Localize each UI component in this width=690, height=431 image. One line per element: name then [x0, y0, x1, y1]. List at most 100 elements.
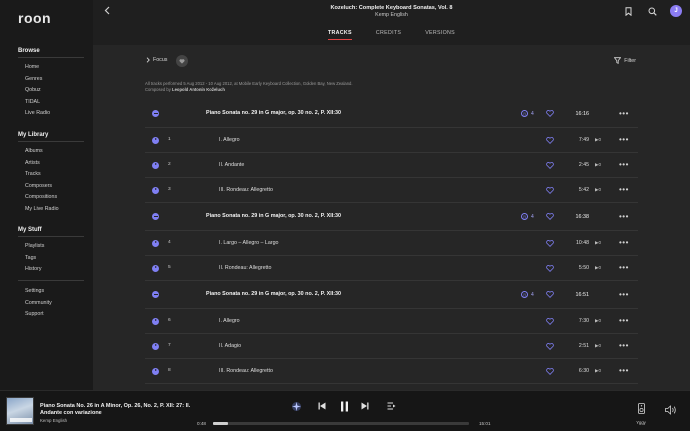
sidebar-item-compositions[interactable]: Compositions: [18, 192, 84, 204]
track-row[interactable]: 4 I. Largo – Allegro – Largo 10:48 ▶0 ••…: [145, 231, 638, 256]
more-options-button[interactable]: •••: [619, 342, 629, 350]
heart-icon[interactable]: [546, 291, 554, 298]
filter-button[interactable]: Filter: [614, 57, 636, 64]
play-work-button[interactable]: [152, 291, 159, 298]
more-options-button[interactable]: •••: [619, 186, 629, 194]
track-row[interactable]: 1 I. Allegro 7:49 ▶0 •••: [145, 128, 638, 153]
pause-button[interactable]: [337, 400, 351, 412]
play-track-button[interactable]: [152, 367, 159, 375]
heart-icon[interactable]: [546, 110, 554, 117]
composer-link[interactable]: Leopold Antonín Koželuch: [172, 87, 225, 92]
tab-credits[interactable]: CREDITS: [376, 30, 401, 40]
queue-button[interactable]: [385, 400, 397, 412]
heart-icon[interactable]: [546, 136, 554, 144]
play-track-button[interactable]: [152, 136, 159, 144]
sidebar-item-tracks[interactable]: Tracks: [18, 169, 84, 181]
track-title[interactable]: II. Adagio: [219, 343, 241, 349]
focus-button[interactable]: Focus: [146, 57, 167, 63]
tab-tracks[interactable]: TRACKS: [327, 30, 352, 40]
zone-button[interactable]: Yggy: [634, 401, 648, 425]
heart-icon[interactable]: [546, 161, 554, 169]
track-row[interactable]: 6 I. Allegro 7:30 ▶0 •••: [145, 309, 638, 334]
play-count[interactable]: ▶0: [595, 265, 601, 271]
track-title[interactable]: II. Andante: [219, 162, 244, 168]
play-count[interactable]: ▶0: [595, 137, 601, 143]
play-count[interactable]: ▶0: [595, 368, 601, 374]
sidebar-item-my-live-radio[interactable]: My Live Radio: [18, 204, 84, 216]
sidebar-item-playlists[interactable]: Playlists: [18, 241, 84, 253]
track-row[interactable]: 2 II. Andante 2:45 ▶0 •••: [145, 153, 638, 178]
sidebar-item-support[interactable]: Support: [18, 309, 52, 321]
sidebar-item-home[interactable]: Home: [18, 62, 84, 74]
previous-button[interactable]: [316, 400, 328, 412]
sidebar-item-live-radio[interactable]: Live Radio: [18, 108, 84, 120]
sidebar-item-settings[interactable]: Settings: [18, 286, 52, 298]
heart-icon[interactable]: [546, 186, 554, 194]
work-row[interactable]: Piano Sonata no. 29 in G major, op. 30 n…: [145, 100, 638, 128]
next-button[interactable]: [359, 400, 371, 412]
work-title[interactable]: Piano Sonata no. 29 in G major, op. 30 n…: [206, 110, 341, 116]
play-count[interactable]: ▶0: [595, 343, 601, 349]
play-track-button[interactable]: [152, 264, 159, 272]
bookmark-button[interactable]: [622, 5, 634, 17]
work-row[interactable]: Piano Sonata no. 29 in G major, op. 30 n…: [145, 281, 638, 309]
play-count[interactable]: ▶0: [595, 187, 601, 193]
track-title[interactable]: I. Allegro: [219, 318, 240, 324]
track-row[interactable]: 7 II. Adagio 2:51 ▶0 •••: [145, 334, 638, 359]
play-track-button[interactable]: [152, 317, 159, 325]
more-options-button[interactable]: •••: [619, 136, 629, 144]
volume-button[interactable]: [665, 402, 677, 420]
tab-versions[interactable]: VERSIONS: [425, 30, 455, 40]
search-button[interactable]: [646, 5, 658, 17]
radio-button[interactable]: [290, 400, 302, 412]
track-row[interactable]: 8 III. Rondeau: Allegretto 6:30 ▶0 •••: [145, 359, 638, 384]
heart-icon[interactable]: [546, 213, 554, 220]
sidebar-item-composers[interactable]: Composers: [18, 181, 84, 193]
play-count[interactable]: ▶0: [595, 318, 601, 324]
versions-badge[interactable]: ◷ 4: [521, 110, 534, 117]
play-count[interactable]: ▶0: [595, 162, 601, 168]
play-work-button[interactable]: [152, 213, 159, 220]
track-title[interactable]: II. Rondeau: Allegretto: [219, 265, 271, 271]
versions-badge[interactable]: ◷ 4: [521, 291, 534, 298]
track-row[interactable]: 5 II. Rondeau: Allegretto 5:50 ▶0 •••: [145, 256, 638, 281]
track-row[interactable]: 3 III. Rondeau: Allegretto 5:42 ▶0 •••: [145, 178, 638, 203]
heart-icon[interactable]: [546, 239, 554, 247]
now-playing-artist[interactable]: Kemp English: [40, 418, 67, 423]
user-avatar[interactable]: J: [670, 5, 682, 17]
seek-bar[interactable]: [213, 422, 469, 425]
play-count[interactable]: ▶0: [595, 240, 601, 246]
more-options-button[interactable]: •••: [619, 212, 629, 220]
more-options-button[interactable]: •••: [619, 109, 629, 117]
more-options-button[interactable]: •••: [619, 161, 629, 169]
sidebar-item-qobuz[interactable]: Qobuz: [18, 85, 84, 97]
now-playing-title[interactable]: Piano Sonata No. 26 in A Minor, Op. 26, …: [40, 403, 195, 417]
sidebar-item-history[interactable]: History: [18, 264, 84, 276]
sidebar-item-community[interactable]: Community: [18, 298, 52, 310]
heart-icon[interactable]: [546, 367, 554, 375]
work-title[interactable]: Piano Sonata no. 29 in G major, op. 30 n…: [206, 291, 341, 297]
album-artist[interactable]: Kemp English: [93, 12, 690, 18]
roon-logo[interactable]: roon: [18, 10, 51, 26]
heart-icon[interactable]: [546, 264, 554, 272]
versions-badge[interactable]: ◷ 4: [521, 213, 534, 220]
album-cover[interactable]: [6, 397, 34, 425]
sidebar-item-artists[interactable]: Artists: [18, 158, 84, 170]
focus-heart-button[interactable]: [176, 55, 188, 67]
sidebar-item-tidal[interactable]: TIDAL: [18, 97, 84, 109]
work-title[interactable]: Piano Sonata no. 29 in G major, op. 30 n…: [206, 213, 341, 219]
sidebar-item-genres[interactable]: Genres: [18, 74, 84, 86]
track-title[interactable]: I. Largo – Allegro – Largo: [219, 240, 278, 246]
play-track-button[interactable]: [152, 342, 159, 350]
sidebar-item-albums[interactable]: Albums: [18, 146, 84, 158]
play-track-button[interactable]: [152, 161, 159, 169]
play-track-button[interactable]: [152, 239, 159, 247]
more-options-button[interactable]: •••: [619, 317, 629, 325]
more-options-button[interactable]: •••: [619, 239, 629, 247]
more-options-button[interactable]: •••: [619, 290, 629, 298]
sidebar-item-tags[interactable]: Tags: [18, 253, 84, 265]
more-options-button[interactable]: •••: [619, 264, 629, 272]
play-work-button[interactable]: [152, 110, 159, 117]
more-options-button[interactable]: •••: [619, 367, 629, 375]
heart-icon[interactable]: [546, 317, 554, 325]
